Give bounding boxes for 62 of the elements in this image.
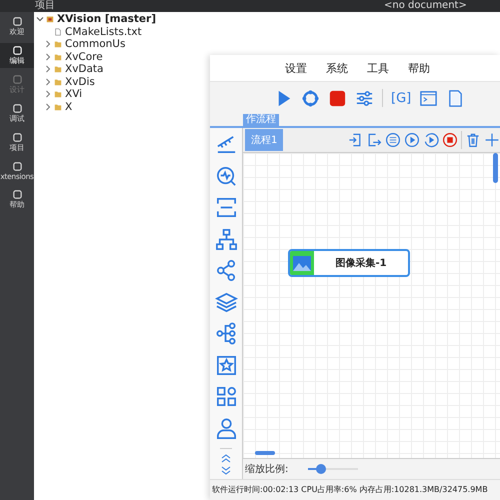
mode-icon (12, 45, 22, 56)
export-icon[interactable] (366, 132, 382, 148)
menu-item[interactable]: 系统 (326, 60, 348, 76)
mode-icon (12, 189, 22, 200)
sliders-icon[interactable] (355, 88, 374, 108)
run-once-icon[interactable] (423, 132, 439, 148)
tree-item[interactable]: CommonUs (65, 38, 126, 50)
mode-icon (12, 161, 22, 172)
zoom-slider-thumb[interactable] (316, 464, 326, 474)
grid-icon[interactable] (214, 385, 238, 408)
flow-node[interactable]: 图像采集-1 (288, 249, 410, 277)
menu-item[interactable]: 设置 (285, 60, 307, 76)
chevron-icon[interactable] (44, 52, 52, 61)
document-label: <no document> (384, 0, 467, 12)
refresh-icon[interactable] (301, 88, 320, 108)
menu-item[interactable]: 帮助 (408, 60, 430, 76)
trash-icon[interactable] (465, 132, 481, 148)
mode-icon (12, 74, 22, 85)
tree-item[interactable]: X (65, 100, 72, 113)
layers-icon[interactable] (214, 290, 238, 314)
star-frame-icon[interactable] (214, 354, 238, 376)
stop-icon[interactable] (328, 88, 347, 108)
tree-item[interactable]: XvDis (65, 76, 95, 88)
scan-wave-icon[interactable] (214, 164, 238, 188)
scrollbar-thumb[interactable] (493, 153, 498, 183)
file-icon (54, 28, 62, 36)
chevron-icon[interactable] (44, 40, 52, 48)
chevron-icon[interactable] (44, 65, 52, 74)
add-icon[interactable] (484, 132, 500, 148)
chevron-icon[interactable] (44, 90, 52, 98)
g-code-button[interactable]: [G] (391, 90, 412, 106)
scan-frame-icon[interactable] (214, 196, 238, 219)
user-icon[interactable] (214, 416, 238, 440)
project-icon (46, 15, 54, 24)
share-icon[interactable] (214, 259, 238, 282)
menu-item[interactable]: 工具 (367, 60, 389, 76)
scroll-up-icon[interactable] (220, 453, 232, 463)
network-icon[interactable] (214, 228, 238, 250)
panel-title: 项目 (35, 0, 55, 12)
hierarchy-icon[interactable] (214, 322, 238, 345)
ruler-icon[interactable] (214, 133, 238, 156)
chevron-icon[interactable] (44, 102, 52, 111)
status-text: 软件运行时间:00:02:13 CPU占用率:6% 内存占用:10281.3MB/32475.9MB (210, 479, 500, 500)
import-icon[interactable] (347, 132, 363, 148)
terminal-icon[interactable] (419, 88, 438, 108)
play-circle-icon[interactable] (404, 132, 420, 148)
tree-item[interactable]: XVision [master] (57, 13, 156, 26)
scrollbar-thumb[interactable] (255, 451, 275, 455)
chevron-icon[interactable] (36, 15, 44, 24)
list-icon[interactable] (385, 132, 401, 148)
stop-circle-icon[interactable] (442, 132, 458, 148)
tree-item[interactable]: CMakeLists.txt (65, 26, 142, 38)
mode-icon (12, 16, 22, 27)
tree-item[interactable]: XvData (65, 63, 104, 76)
scroll-down-icon[interactable] (220, 466, 232, 476)
tree-item[interactable]: XvCore (65, 50, 103, 63)
chevron-icon[interactable] (44, 78, 52, 86)
mode-icon (12, 103, 22, 114)
image-icon (290, 251, 314, 275)
zoom-label: 缩放比例: (245, 462, 288, 476)
tree-item[interactable]: XVi (65, 88, 82, 100)
mode-icon (12, 132, 22, 143)
